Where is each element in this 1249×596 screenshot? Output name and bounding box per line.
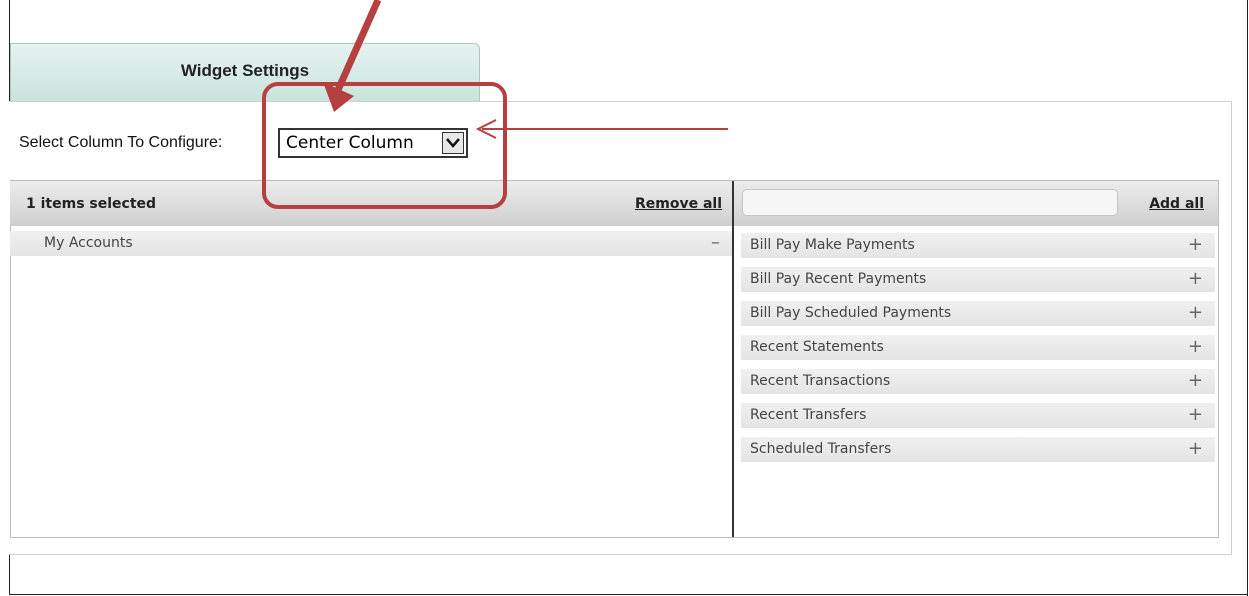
annotation-overlay	[262, 0, 728, 209]
thick-arrow-shaft	[334, 0, 382, 92]
highlight-box	[262, 82, 507, 209]
